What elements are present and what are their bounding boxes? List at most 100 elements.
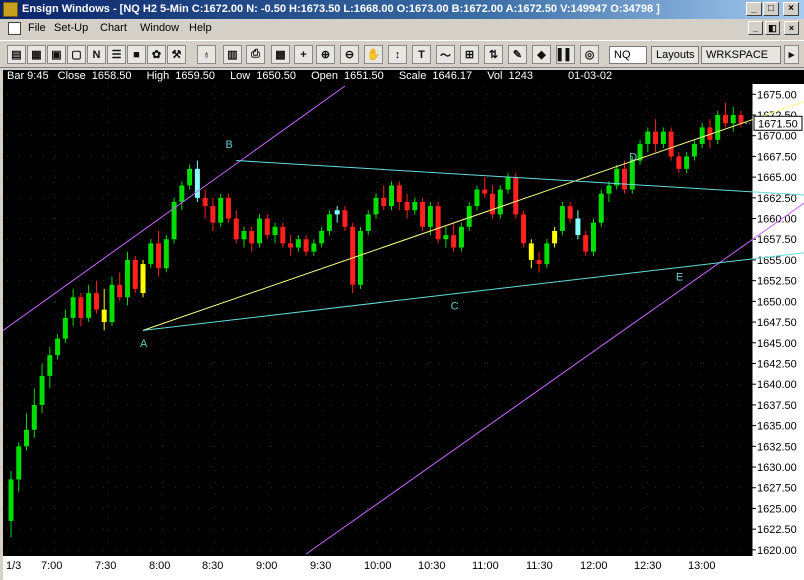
option-icon[interactable]: ▢ <box>67 45 86 64</box>
toolbar: ▤ ▦ ▣ ▢ N ☰ ■ ✿ ⚒ ♁ ▥ ⎙ ▩ + ⊕ ⊖ ✋ ↕ T 〜 … <box>0 40 804 68</box>
candle-body <box>326 214 332 231</box>
candle-body <box>404 201 410 211</box>
open-label: Open <box>311 70 338 82</box>
candle-body <box>241 230 247 240</box>
workspace-button[interactable]: WRKSPACE <box>701 46 781 64</box>
bar-chart-icon[interactable]: ▌▌ <box>556 45 575 64</box>
pencil-icon[interactable]: ✎ <box>508 45 527 64</box>
news-icon[interactable]: N <box>87 45 106 64</box>
candle-body <box>451 235 457 248</box>
candle-body <box>163 239 169 269</box>
price-tick-label: 1630.00 <box>757 462 797 474</box>
candle-body <box>660 131 666 144</box>
close-button[interactable]: × <box>783 2 799 16</box>
date-stamp: 01-03-02 <box>568 70 613 82</box>
price-tick-label: 1645.00 <box>757 338 797 350</box>
channel-line-lower <box>305 202 804 555</box>
vertical-arrows-icon[interactable]: ↕ <box>388 45 407 64</box>
lightbulb-icon[interactable]: ♁ <box>197 45 216 64</box>
sort-icon[interactable]: ⇅ <box>484 45 503 64</box>
zoom-out-icon[interactable]: ⊖ <box>340 45 359 64</box>
candle-body <box>583 235 589 252</box>
menu-file[interactable]: File <box>28 22 46 34</box>
menu-bar: File Set-Up Chart Window Help <box>0 19 804 38</box>
candle-body <box>62 317 68 339</box>
candle-body <box>497 189 503 215</box>
time-tick-label: 7:30 <box>95 560 116 572</box>
price-tick-label: 1657.50 <box>757 234 797 246</box>
candle-body <box>474 189 480 207</box>
candle-body <box>117 284 123 298</box>
candle-body <box>389 185 395 207</box>
minimize-button[interactable]: _ <box>746 2 762 16</box>
candle-body <box>606 185 612 194</box>
time-tick-label: 13:00 <box>688 560 716 572</box>
menu-setup[interactable]: Set-Up <box>54 22 88 34</box>
price-tick-label: 1670.00 <box>757 131 797 143</box>
candle-body <box>684 156 690 169</box>
menu-help[interactable]: Help <box>189 22 212 34</box>
candle-body <box>109 284 115 323</box>
price-tick-label: 1642.50 <box>757 358 797 370</box>
pattern-label-a: A <box>140 338 148 350</box>
palette-icon[interactable]: ✿ <box>147 45 166 64</box>
mdi-close-button[interactable]: × <box>784 21 799 35</box>
candle-body <box>140 264 146 294</box>
table-icon[interactable]: ▣ <box>47 45 66 64</box>
tools-icon[interactable]: ⚒ <box>167 45 186 64</box>
layouts-button[interactable]: Layouts <box>651 46 699 64</box>
list-icon[interactable]: ☰ <box>107 45 126 64</box>
candle-body <box>187 168 193 186</box>
print-icon[interactable]: ⎙ <box>246 45 265 64</box>
scroll-right-icon[interactable]: ▸ <box>784 45 799 64</box>
pattern-label-e: E <box>676 272 683 284</box>
candle-body <box>70 297 76 318</box>
bitmap-icon[interactable]: ▩ <box>271 45 290 64</box>
zoom-in-icon[interactable]: ⊕ <box>316 45 335 64</box>
trendline-cyan-upper <box>236 160 804 196</box>
columns-icon[interactable]: ▥ <box>223 45 242 64</box>
candle-body <box>24 429 30 447</box>
title-bar[interactable]: Ensign Windows - [NQ H2 5-Min C:1672.00 … <box>0 0 804 19</box>
menu-window[interactable]: Window <box>140 22 179 34</box>
candle-body <box>295 239 301 248</box>
price-tick-label: 1667.50 <box>757 151 797 163</box>
line-chart-icon[interactable]: 〜 <box>436 45 455 64</box>
target-icon[interactable]: ◎ <box>580 45 599 64</box>
price-tick-label: 1655.00 <box>757 255 797 267</box>
candle-body <box>124 259 130 298</box>
chart-panel[interactable]: 1675.001672.501670.001667.501665.001662.… <box>3 70 804 580</box>
shapes-icon[interactable]: ◆ <box>532 45 551 64</box>
maximize-button[interactable]: □ <box>763 2 779 16</box>
candle-body <box>365 214 371 231</box>
candle-body <box>435 206 441 240</box>
time-tick-label: 7:00 <box>41 560 62 572</box>
price-chart[interactable]: 1675.001672.501670.001667.501665.001662.… <box>3 70 804 580</box>
mdi-minimize-button[interactable]: _ <box>748 21 763 35</box>
price-tick-label: 1640.00 <box>757 379 797 391</box>
high-value: 1659.50 <box>175 70 215 82</box>
square-icon[interactable]: ■ <box>127 45 146 64</box>
ensign-app-window: Ensign Windows - [NQ H2 5-Min C:1672.00 … <box>0 0 804 580</box>
candle-body <box>39 375 45 405</box>
grid-icon[interactable]: ⊞ <box>460 45 479 64</box>
candle-body <box>93 293 99 310</box>
price-tick-label: 1675.00 <box>757 89 797 101</box>
price-tick-label: 1627.50 <box>757 483 797 495</box>
mdi-restore-button[interactable]: ◧ <box>765 21 780 35</box>
candle-body <box>8 479 14 521</box>
candle-body <box>567 206 573 219</box>
text-tool-icon[interactable]: T <box>412 45 431 64</box>
hand-icon[interactable]: ✋ <box>364 45 383 64</box>
candle-body <box>590 222 596 252</box>
menu-chart[interactable]: Chart <box>100 22 127 34</box>
time-tick-label: 11:30 <box>526 560 553 572</box>
chart-window-icon[interactable]: ▤ <box>7 45 26 64</box>
candle-body <box>552 230 558 244</box>
time-tick-label: 9:30 <box>310 560 331 572</box>
symbol-field[interactable]: NQ <box>609 46 647 64</box>
document-icon[interactable] <box>8 22 21 35</box>
quote-page-icon[interactable]: ▦ <box>27 45 46 64</box>
candle-body <box>148 243 154 265</box>
crosshair-icon[interactable]: + <box>294 45 313 64</box>
